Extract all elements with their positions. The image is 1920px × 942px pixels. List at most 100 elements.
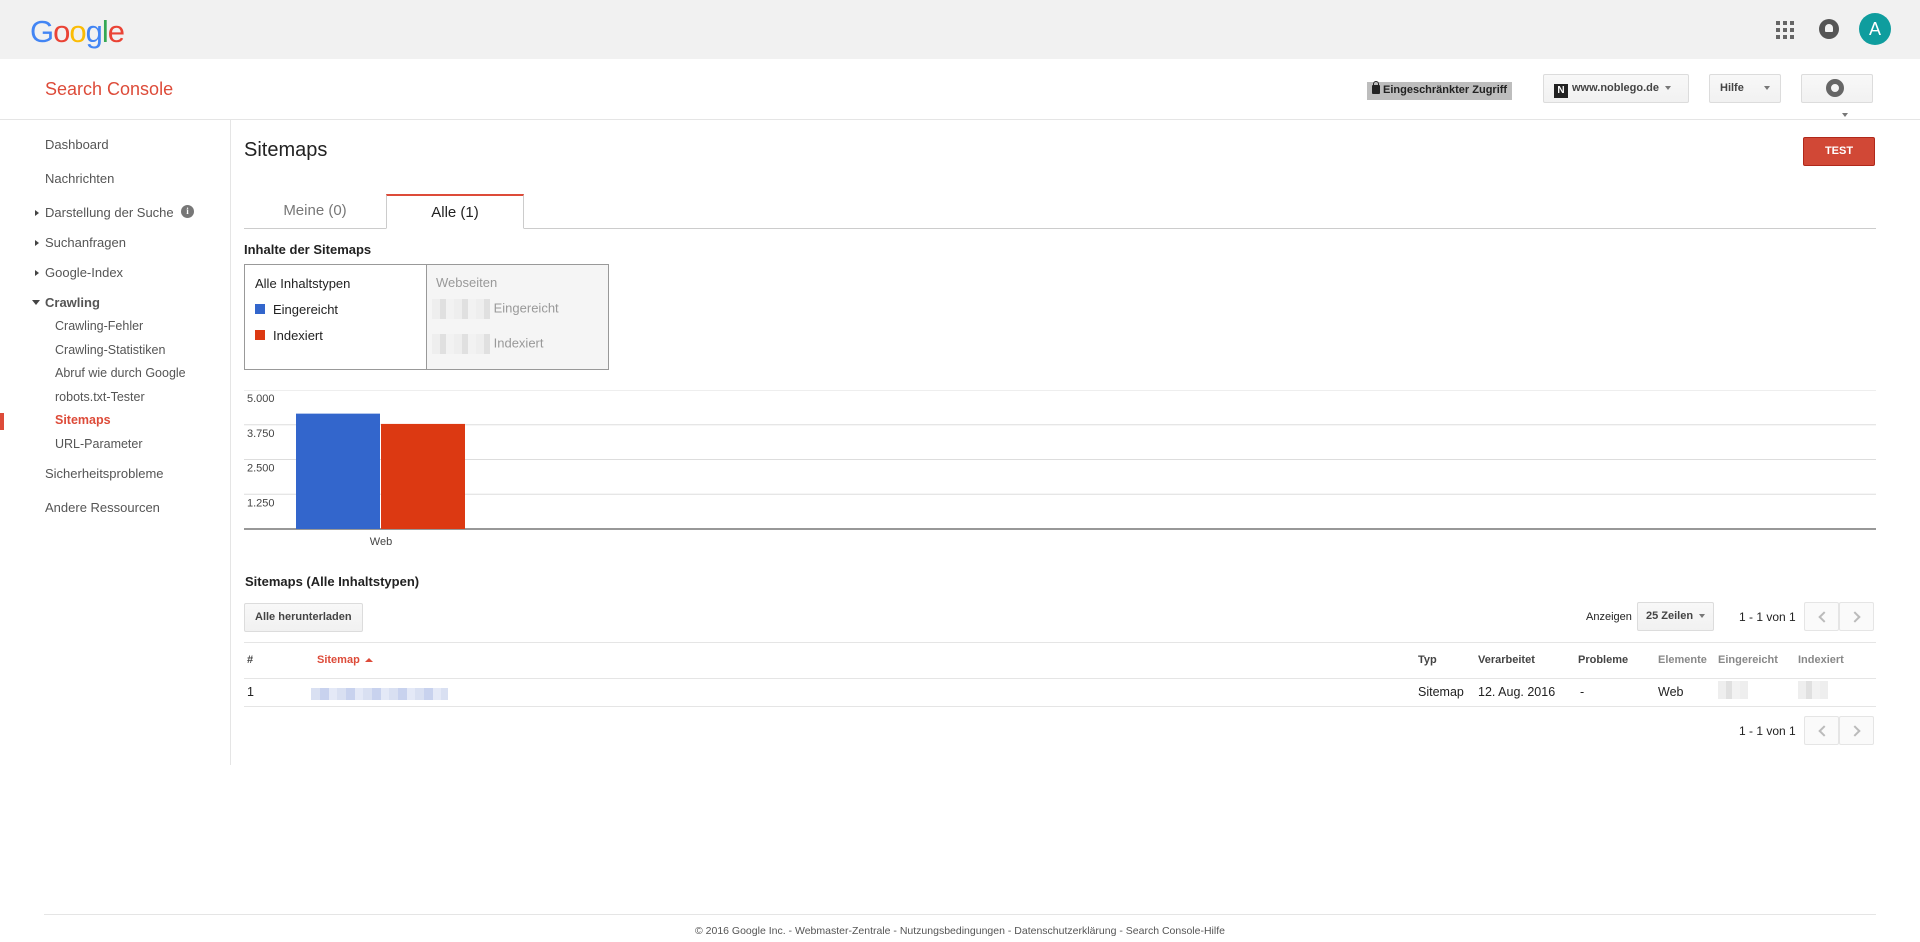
footer-copyright: © 2016 Google Inc. (695, 925, 786, 937)
active-indicator (0, 413, 4, 430)
col-header-indexed[interactable]: Indexiert (1798, 654, 1844, 666)
sidebar-item-security-issues[interactable]: Sicherheitsprobleme (45, 466, 164, 481)
legend-indexed[interactable]: Indexiert (255, 328, 323, 343)
tab-mine[interactable]: Meine (0) (244, 194, 386, 229)
col-header-processed[interactable]: Verarbeitet (1478, 654, 1535, 666)
chevron-down-icon (1763, 86, 1770, 91)
legend-webpages-submitted: Eingereicht (432, 299, 559, 319)
table-top-border (244, 642, 1876, 643)
footer-divider (44, 914, 1876, 915)
sidebar-item-search-traffic[interactable]: Suchanfragen (45, 235, 126, 250)
row-number: 1 (247, 685, 254, 699)
restricted-access-badge: Eingeschränkter Zugriff (1367, 81, 1513, 100)
next-page-button-bottom[interactable] (1839, 716, 1874, 745)
logo-letter: o (69, 14, 86, 49)
sidebar-item-sitemaps[interactable]: Sitemaps (55, 413, 111, 427)
chevron-right-icon (1849, 611, 1861, 623)
legend-all-types[interactable]: Alle Inhaltstypen (255, 276, 350, 291)
footer-link-1[interactable]: Nutzungsbedingungen (900, 925, 1005, 937)
collapse-arrow-icon[interactable] (32, 300, 40, 305)
app-title[interactable]: Search Console (45, 79, 173, 100)
row-processed: 12. Aug. 2016 (1478, 685, 1556, 699)
show-label: Anzeigen (1586, 611, 1632, 623)
sort-ascending-icon (364, 658, 373, 662)
col-header-elements: Elemente (1658, 654, 1707, 666)
sidebar-item-messages[interactable]: Nachrichten (45, 171, 114, 186)
sidebar-item-crawl-errors[interactable]: Crawling-Fehler (55, 319, 143, 333)
settings-button[interactable] (1801, 74, 1873, 118)
apps-grid-icon[interactable] (1776, 21, 1794, 39)
redacted-submitted (1718, 681, 1748, 699)
chevron-left-icon (1818, 611, 1830, 623)
chevron-right-icon (1849, 725, 1861, 737)
logo-letter: G (30, 14, 54, 49)
col-header-type[interactable]: Typ (1418, 654, 1437, 666)
page-title: Sitemaps (244, 139, 328, 161)
redacted-value (432, 334, 490, 354)
sidebar-item-url-parameters[interactable]: URL-Parameter (55, 437, 143, 451)
col-header-number: # (247, 654, 254, 666)
gear-icon (1826, 79, 1844, 98)
sidebar-item-robots-tester[interactable]: robots.txt-Tester (55, 390, 145, 404)
expand-arrow-icon[interactable] (35, 270, 39, 276)
redacted-indexed (1798, 681, 1828, 699)
footer-link-0[interactable]: Webmaster-Zentrale (795, 925, 891, 937)
bar-indexiert[interactable] (381, 423, 465, 529)
sidebar-item-fetch-as-google[interactable]: Abruf wie durch Google (55, 366, 186, 380)
sidebar-item-dashboard[interactable]: Dashboard (45, 137, 109, 152)
legend-webpages-indexed: Indexiert (432, 334, 544, 354)
chevron-left-icon (1818, 725, 1830, 737)
tab-all[interactable]: Alle (1) (386, 194, 524, 229)
lock-icon (1372, 81, 1380, 94)
prev-page-button-bottom[interactable] (1804, 716, 1839, 745)
col-header-issues[interactable]: Probleme (1578, 654, 1628, 666)
expand-arrow-icon[interactable] (35, 210, 39, 216)
content-type-legend: Alle Inhaltstypen Eingereicht Indexiert (244, 264, 426, 370)
sidebar-item-search-appearance[interactable]: Darstellung der Suche (45, 205, 174, 220)
table-section-title: Sitemaps (Alle Inhaltstypen) (245, 574, 420, 589)
notifications-bell-icon[interactable] (1819, 19, 1839, 39)
x-tick-label: Web (370, 536, 392, 548)
footer-link-2[interactable]: Datenschutzerklärung (1014, 925, 1116, 937)
legend-webpages[interactable]: Webseiten (436, 275, 497, 290)
webpages-legend: Webseiten Eingereicht Indexiert (426, 264, 609, 370)
sidebar-item-other-resources[interactable]: Andere Ressourcen (45, 500, 160, 515)
account-avatar[interactable]: A (1859, 13, 1891, 45)
sidebar-item-crawl-stats[interactable]: Crawling-Statistiken (55, 343, 165, 357)
sidebar-item-google-index[interactable]: Google-Index (45, 265, 123, 280)
google-logo[interactable]: Google (30, 14, 125, 50)
next-page-button[interactable] (1839, 602, 1874, 631)
col-header-sitemap[interactable]: Sitemap (317, 654, 373, 666)
chevron-down-icon (1664, 86, 1671, 91)
bar-eingereicht[interactable] (296, 413, 380, 529)
info-icon[interactable]: i (181, 205, 194, 218)
legend-submitted[interactable]: Eingereicht (255, 302, 338, 317)
download-all-button[interactable]: Alle herunterladen (244, 603, 363, 632)
logo-letter: e (107, 14, 125, 49)
pagination-info: 1 - 1 von 1 (1739, 610, 1796, 624)
y-tick-label: 1.250 (247, 497, 275, 509)
indexed-swatch (255, 330, 265, 340)
test-sitemap-button[interactable]: TEST (1803, 137, 1875, 166)
expand-arrow-icon[interactable] (35, 240, 39, 246)
table-header-border (244, 678, 1876, 679)
google-bar: Google A (0, 0, 1920, 59)
prev-page-button[interactable] (1804, 602, 1839, 631)
pagination-info-bottom: 1 - 1 von 1 (1739, 724, 1796, 738)
help-button[interactable]: Hilfe (1709, 74, 1781, 103)
y-tick-label: 5.000 (247, 393, 275, 405)
site-selector[interactable]: Nwww.noblego.de (1543, 74, 1689, 103)
y-tick-label: 2.500 (247, 463, 275, 475)
footer-link-3[interactable]: Search Console-Hilfe (1126, 925, 1225, 937)
logo-letter: g (85, 14, 103, 49)
table-row-border (244, 706, 1876, 707)
search-console-header: Search Console Eingeschränkter Zugriff N… (0, 59, 1920, 120)
rows-per-page-select[interactable]: 25 Zeilen (1637, 602, 1715, 631)
col-header-submitted[interactable]: Eingereicht (1718, 654, 1778, 666)
sidebar-item-crawl[interactable]: Crawling (45, 295, 100, 310)
site-favicon-icon: N (1554, 84, 1568, 98)
redacted-value (432, 299, 490, 319)
submitted-swatch (255, 304, 265, 314)
chevron-down-icon (1699, 614, 1706, 619)
sitemap-url-link[interactable] (311, 688, 448, 700)
